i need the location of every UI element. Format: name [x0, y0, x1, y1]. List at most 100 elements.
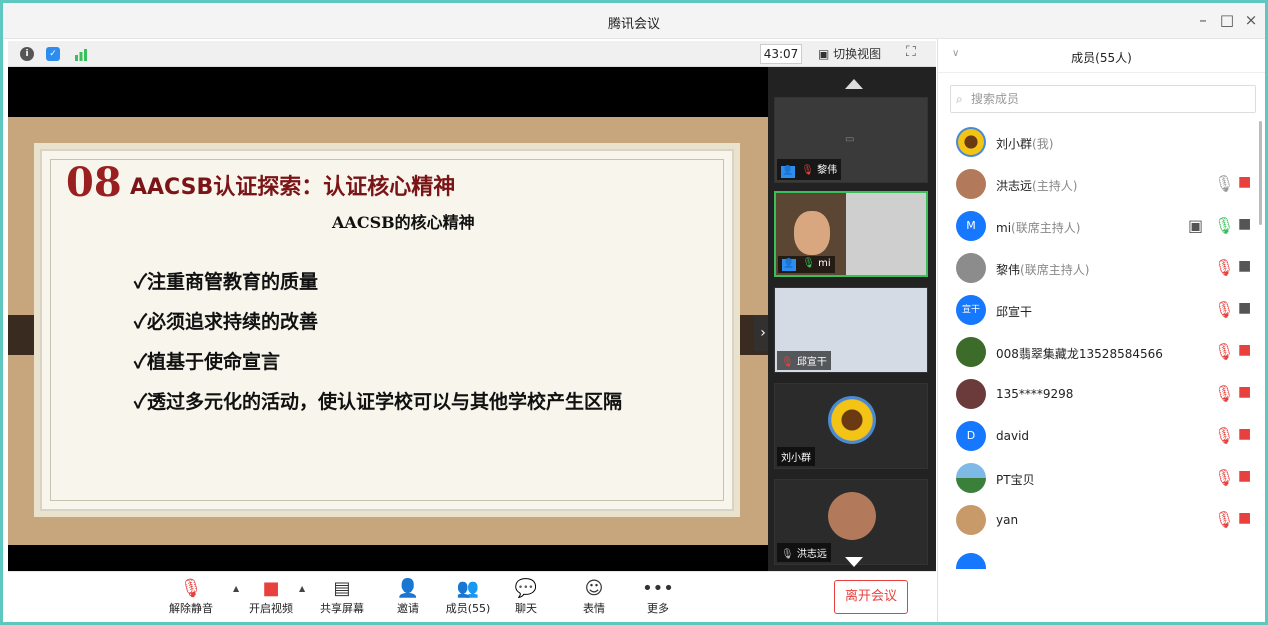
person-icon: 👤	[782, 259, 796, 271]
search-placeholder: 搜索成员	[971, 92, 1020, 106]
share-screen-icon[interactable]: ▣	[1188, 216, 1203, 235]
video-tile-name: 黎伟	[817, 165, 838, 176]
members-header: ∨ 成员(55人)	[938, 39, 1265, 73]
member-search-input[interactable]: ⌕ 搜索成员	[950, 85, 1256, 113]
mic-muted-icon[interactable]: 🎙	[1214, 258, 1234, 277]
member-row[interactable]: 刘小群(我)	[938, 121, 1258, 163]
member-row[interactable]: 洪志远(主持人) 🎙 ■	[938, 163, 1258, 205]
member-name: 刘小群(我)	[996, 137, 1054, 151]
mic-icon[interactable]: 🎙	[1214, 216, 1234, 235]
switch-view-button[interactable]: ▣ 切换视图	[818, 45, 881, 62]
video-off-icon[interactable]: ■	[1238, 510, 1251, 526]
avatar: 宣干	[956, 295, 986, 325]
maximize-icon[interactable]: □	[1217, 11, 1237, 29]
member-name: 洪志远(主持人)	[996, 179, 1078, 193]
share-screen-button[interactable]: ▤ 共享屏幕	[307, 578, 377, 616]
video-off-icon[interactable]: ■	[1238, 468, 1251, 484]
member-name: PT宝贝	[996, 473, 1035, 487]
video-tile[interactable]: 👤 🎙 mi	[774, 191, 928, 277]
member-name: 135****9298	[996, 387, 1074, 401]
member-row[interactable]: PT宝贝 🎙 ■	[938, 457, 1258, 499]
avatar	[828, 492, 876, 540]
mic-icon[interactable]: 🎙	[1214, 174, 1234, 193]
avatar	[956, 253, 986, 283]
video-tile-name: 洪志远	[796, 549, 827, 560]
video-tile-label: 🎙 洪志远	[777, 543, 831, 562]
scroll-down-icon[interactable]	[845, 557, 863, 567]
title-bar: 腾讯会议 – □ ×	[3, 3, 1265, 39]
start-video-button[interactable]: ■ 开启视频	[236, 578, 306, 616]
mic-muted-icon: 🎙	[801, 165, 814, 176]
avatar	[956, 169, 986, 199]
slide-paper: 08 AACSB认证探索：认证核心精神 AACSB的核心精神 ✓注重商管教育的质…	[40, 149, 734, 511]
video-off-icon[interactable]: ■	[1238, 342, 1251, 358]
member-name: mi(联席主持人)	[996, 221, 1081, 235]
member-row[interactable]: 135****9298 🎙 ■	[938, 373, 1258, 415]
video-off-icon[interactable]: ■	[1238, 174, 1251, 190]
slide-subtitle: AACSB的核心精神	[332, 213, 475, 232]
video-options-caret[interactable]: ▲	[299, 584, 305, 593]
member-name: 黎伟(联席主持人)	[996, 263, 1090, 277]
avatar	[828, 396, 876, 444]
member-row[interactable]: 黎伟(联席主持人) 🎙 ■	[938, 247, 1258, 289]
switch-view-icon: ▣	[818, 47, 830, 61]
more-icon: •••	[642, 578, 674, 599]
slide-bullet: ✓注重商管教育的质量	[134, 271, 318, 293]
slide-bullet: ✓必须追求持续的改善	[134, 311, 318, 333]
info-icon[interactable]: i	[20, 47, 34, 61]
mic-muted-icon: 🎙	[179, 578, 203, 599]
minimize-icon[interactable]: –	[1193, 11, 1213, 29]
video-icon[interactable]: ■	[1238, 258, 1251, 274]
reactions-button[interactable]: ☺ 表情	[559, 578, 629, 616]
leave-meeting-button[interactable]: 离开会议	[834, 580, 908, 614]
members-scrollbar[interactable]	[1259, 121, 1262, 225]
member-row[interactable]: 宣干 邱宣干 🎙 ■	[938, 289, 1258, 331]
chat-label: 聊天	[515, 602, 537, 615]
mic-muted-icon[interactable]: 🎙	[1214, 510, 1234, 529]
mic-muted-icon[interactable]: 🎙	[1214, 342, 1234, 361]
share-screen-icon: ▤	[333, 578, 351, 599]
video-tile-name: 刘小群	[781, 453, 811, 464]
mic-muted-icon[interactable]: 🎙	[1214, 300, 1234, 319]
member-row[interactable]: 008翡翠集藏龙13528584566 🎙 ■	[938, 331, 1258, 373]
mic-muted-icon[interactable]: 🎙	[1214, 384, 1234, 403]
member-row[interactable]: yan 🎙 ■	[938, 499, 1258, 541]
mic-muted-icon[interactable]: 🎙	[1214, 468, 1234, 487]
signal-icon[interactable]	[74, 47, 88, 61]
unmute-button[interactable]: 🎙 解除静音	[156, 578, 226, 616]
avatar	[956, 379, 986, 409]
close-icon[interactable]: ×	[1241, 11, 1261, 29]
video-tile[interactable]: 刘小群	[774, 383, 928, 469]
avatar	[956, 127, 986, 157]
video-thumbnails: ▭ 👤 🎙 黎伟 👤 🎙 mi 🎙 邱宣干 刘小群 🎙 洪志远	[768, 67, 936, 571]
video-icon[interactable]: ■	[1238, 216, 1251, 232]
video-off-icon[interactable]: ■	[1238, 426, 1251, 442]
video-tile-name: 邱宣干	[796, 357, 827, 368]
shield-icon[interactable]: ✓	[46, 47, 60, 61]
member-name: 邱宣干	[996, 305, 1033, 319]
member-row[interactable]: M mi(联席主持人) ▣ 🎙 ■	[938, 205, 1258, 247]
avatar	[956, 337, 986, 367]
member-name: 008翡翠集藏龙13528584566	[996, 347, 1163, 361]
more-label: 更多	[647, 602, 669, 615]
mic-muted-icon[interactable]: 🎙	[1214, 426, 1234, 445]
start-video-label: 开启视频	[249, 602, 293, 615]
window-title: 腾讯会议	[607, 17, 660, 32]
more-button[interactable]: ••• 更多	[623, 578, 693, 616]
video-tile-label: 👤 🎙 黎伟	[777, 159, 842, 180]
video-off-icon[interactable]: ■	[1238, 384, 1251, 400]
meeting-timer: 43:07	[760, 44, 802, 64]
scroll-up-icon[interactable]	[845, 79, 863, 89]
fullscreen-icon[interactable]: ⛶	[906, 44, 916, 60]
avatar: M	[956, 211, 986, 241]
video-tile[interactable]: 🎙 邱宣干	[774, 287, 928, 373]
slide-title: AACSB认证探索：认证核心精神	[130, 175, 456, 200]
avatar	[956, 553, 986, 569]
member-row[interactable]: D david 🎙 ■	[938, 415, 1258, 457]
video-icon[interactable]: ■	[1238, 300, 1251, 316]
video-tile-label: 👤 🎙 mi	[778, 256, 835, 273]
chat-button[interactable]: 💬 聊天	[491, 578, 561, 616]
members-panel: ∨ 成员(55人) ⌕ 搜索成员 刘小群(我) 洪志远(主持人) 🎙 ■ M m…	[937, 39, 1265, 622]
video-tile[interactable]: 🎙 洪志远	[774, 479, 928, 565]
video-tile[interactable]: ▭ 👤 🎙 黎伟	[774, 97, 928, 183]
